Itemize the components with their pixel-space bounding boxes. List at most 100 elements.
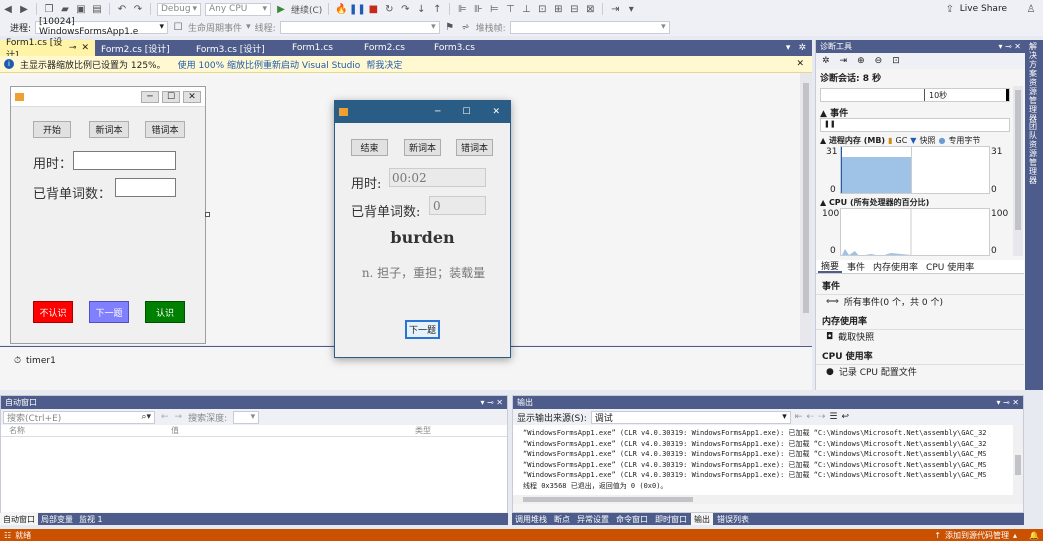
chevron-up-icon[interactable]: ▴ [1013, 531, 1017, 540]
platform-select[interactable]: Any CPU ▾ [205, 2, 271, 16]
minimize-icon[interactable]: ─ [435, 107, 440, 117]
spacing-icon[interactable]: ⊞ [552, 3, 564, 15]
back-icon[interactable]: ◀ [2, 3, 14, 15]
timeline-ruler[interactable]: 10秒 [820, 88, 1010, 102]
tab-form2-code[interactable]: Form2.cs [358, 40, 428, 56]
live-share-button[interactable]: Live Share [960, 4, 1007, 14]
running-form-window[interactable]: ─ ☐ ✕ 结束 新词本 错词本 用时: 00:02 已背单词数: 0 burd… [334, 100, 511, 358]
scroll-thumb[interactable] [803, 83, 809, 313]
word-wrap-icon[interactable]: ↩ [842, 412, 850, 422]
diagnostics-scrollbar[interactable] [1013, 86, 1023, 256]
close-icon[interactable]: ✕ [183, 90, 201, 103]
pause-icon[interactable]: ❚❚ [824, 120, 836, 128]
time-textbox[interactable]: 00:02 [389, 168, 486, 187]
start-button[interactable]: 开始 [33, 121, 71, 138]
align-middle-icon[interactable]: ⊥ [520, 3, 532, 15]
output-hscrollbar[interactable] [513, 495, 1023, 504]
tab-breakpoints[interactable]: 断点 [551, 513, 573, 525]
process-select[interactable]: [10024] WindowsFormsApp1.e ▾ [35, 17, 169, 37]
tab-immediate-window[interactable]: 即时窗口 [652, 513, 690, 525]
word-count-textbox[interactable] [115, 178, 176, 197]
minimize-icon[interactable]: ─ [141, 90, 159, 103]
search-depth-select[interactable]: ▾ [233, 410, 260, 424]
save-all-icon[interactable]: ▤ [91, 3, 103, 15]
forward-icon[interactable]: → [175, 412, 183, 422]
tab-order-icon[interactable]: ⇥ [609, 3, 621, 15]
tab-summary[interactable]: 摘要 [818, 260, 843, 273]
step-out-icon[interactable]: ↑ [431, 3, 443, 15]
order-icon[interactable]: ⊠ [584, 3, 596, 15]
continue-icon[interactable]: ▶ [275, 3, 287, 15]
maximize-icon[interactable]: ☐ [162, 90, 180, 103]
continue-button[interactable]: 继续(C) [291, 3, 322, 16]
tab-autos[interactable]: 自动窗口 [0, 513, 38, 525]
close-icon[interactable]: ✕ [81, 43, 89, 53]
timer-component[interactable]: ⏱ timer1 [14, 356, 56, 366]
add-source-control-button[interactable]: 添加到源代码管理 [945, 530, 1009, 541]
stop-icon[interactable]: ■ [367, 3, 379, 15]
back-icon[interactable]: ← [161, 412, 169, 422]
tab-dropdown-icon[interactable]: ▾ [786, 43, 791, 53]
tab-command-window[interactable]: 命令窗口 [613, 513, 651, 525]
resize-handle[interactable] [205, 212, 210, 217]
tab-exception-settings[interactable]: 异常设置 [574, 513, 612, 525]
design-form-window[interactable]: ─ ☐ ✕ 开始 新词本 错词本 用时： 已背单词数： 不认识 下一题 认识 [10, 86, 206, 344]
tab-memory-usage[interactable]: 内存使用率 [870, 260, 921, 273]
wrong-wordbook-button[interactable]: 错词本 [145, 121, 185, 138]
save-icon[interactable]: ▣ [75, 3, 87, 15]
overflow-icon[interactable]: ▾ [625, 3, 637, 15]
forward-icon[interactable]: ▶ [18, 3, 30, 15]
lifecycle-events-button[interactable]: 生命周期事件 [188, 21, 242, 34]
redo-icon[interactable]: ↷ [132, 3, 144, 15]
zoom-in-icon[interactable]: ⊕ [857, 56, 865, 66]
search-input[interactable]: 搜索(Ctrl+E) ⌕▾ [3, 410, 155, 424]
step-over-icon[interactable]: ↷ [399, 3, 411, 15]
tab-watch1[interactable]: 监视 1 [76, 513, 106, 525]
tab-events[interactable]: 事件 [844, 260, 868, 273]
close-icon[interactable]: ✕ [796, 59, 804, 69]
zoom-out-icon[interactable]: ⊖ [875, 56, 883, 66]
align-top-icon[interactable]: ⊤ [504, 3, 516, 15]
settings-icon[interactable]: ✲ [798, 43, 806, 53]
open-folder-icon[interactable]: ▰ [59, 3, 71, 15]
tab-cpu-usage[interactable]: CPU 使用率 [923, 260, 977, 273]
panel-controls-icon[interactable]: ▾ ⊸ ✕ [480, 398, 503, 407]
lifecycle-icon[interactable]: ☐ [172, 21, 184, 33]
reset-zoom-icon[interactable]: ⊡ [892, 56, 900, 66]
account-icon[interactable]: ♙ [1025, 3, 1037, 15]
designer-vscrollbar[interactable] [800, 73, 812, 345]
new-wordbook-button[interactable]: 新词本 [89, 121, 129, 138]
tab-output[interactable]: 输出 [691, 513, 713, 525]
step-into-icon[interactable]: ↓ [415, 3, 427, 15]
output-text[interactable]: “WindowsFormsApp1.exe” (CLR v4.0.30319: … [513, 425, 1023, 495]
output-source-select[interactable]: 调试 ▾ [590, 410, 791, 424]
pause-icon[interactable]: ❚❚ [349, 3, 366, 15]
next-button[interactable]: 下一题 [89, 301, 129, 323]
end-button[interactable]: 结束 [351, 139, 388, 156]
same-size-icon[interactable]: ⊡ [536, 3, 548, 15]
align-center-icon[interactable]: ⊪ [472, 3, 484, 15]
restart-icon[interactable]: ↻ [383, 3, 395, 15]
search-icon[interactable]: ⌕▾ [141, 412, 151, 422]
settings-icon[interactable]: ✲ [822, 56, 830, 66]
prev-message-icon[interactable]: ⇠ [806, 412, 814, 422]
col-value[interactable]: 值 [171, 425, 415, 436]
output-vscrollbar[interactable] [1013, 425, 1023, 495]
col-type[interactable]: 类型 [415, 425, 431, 436]
panel-controls-icon[interactable]: ▾ ⊸ ✕ [998, 42, 1021, 51]
take-snapshot-button[interactable]: ◘ 截取快照 [826, 330, 874, 344]
next-message-icon[interactable]: ⇢ [818, 412, 826, 422]
wrong-wordbook-button[interactable]: 错词本 [456, 139, 493, 156]
export-icon[interactable]: ⇥ [840, 56, 848, 66]
hot-reload-icon[interactable]: 🔥 [335, 3, 347, 15]
help-decide-link[interactable]: 帮我决定 [366, 58, 402, 71]
record-cpu-button[interactable]: ● 记录 CPU 配置文件 [826, 365, 917, 379]
live-share-icon[interactable]: ⇪ [944, 3, 956, 15]
flag-icon[interactable]: ⚑ [444, 21, 456, 33]
center-icon[interactable]: ⊟ [568, 3, 580, 15]
tab-form1-design[interactable]: Form1.cs [设计]⊸✕ [0, 38, 95, 61]
pin-icon[interactable]: ⊸ [69, 43, 77, 53]
time-textbox[interactable] [73, 151, 176, 170]
tab-form3-design[interactable]: Form3.cs [设计] [190, 40, 286, 56]
maximize-icon[interactable]: ☐ [462, 107, 470, 117]
